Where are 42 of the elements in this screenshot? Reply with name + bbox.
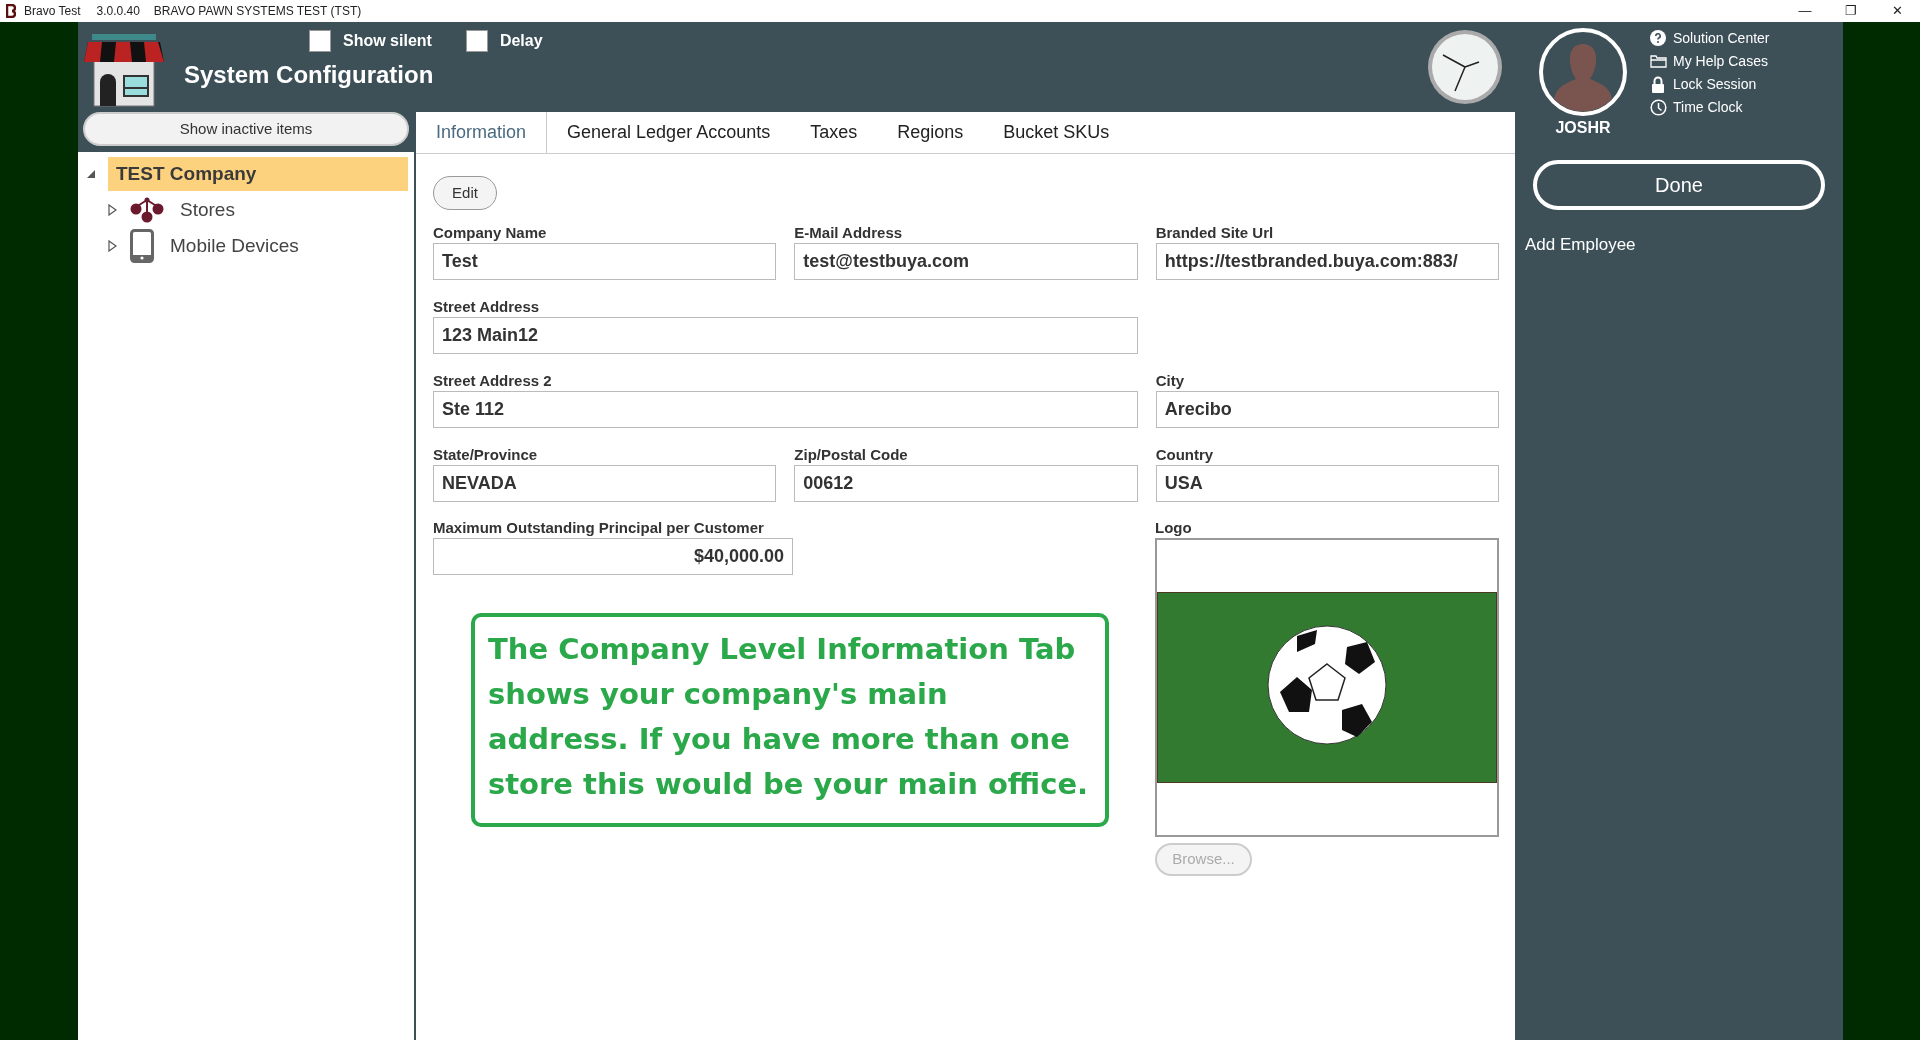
page-title: System Configuration — [184, 60, 435, 90]
text-field[interactable]: $40,000.00 — [433, 538, 793, 575]
text-field[interactable]: USA — [1155, 465, 1499, 502]
tree-item[interactable]: TEST Company — [108, 157, 408, 191]
tree-item[interactable]: Stores — [172, 193, 243, 227]
add-employee-link[interactable]: Add Employee — [1525, 232, 1636, 258]
text-field[interactable]: NEVADA — [433, 465, 777, 502]
field-label: Branded Site Url — [1155, 223, 1275, 243]
version-text: 3.0.0.40 — [96, 3, 140, 20]
field-label: Company Name — [433, 223, 548, 243]
done-button[interactable]: Done — [1533, 160, 1825, 210]
menu-link[interactable]: My Help Cases — [1649, 51, 1770, 71]
field-label: State/Province — [433, 445, 539, 465]
user-name: JOSHR — [1555, 118, 1611, 138]
menu-link[interactable]: Solution Center — [1649, 28, 1770, 48]
text-field[interactable]: Test — [433, 243, 777, 280]
restore-button[interactable]: ❐ — [1828, 0, 1874, 22]
field-label: Street Address — [433, 297, 541, 317]
text-field[interactable]: Ste 112 — [433, 391, 1138, 428]
field-label: Country — [1155, 445, 1215, 465]
window-subtitle: BRAVO PAWN SYSTEMS TEST (TST) — [153, 3, 362, 20]
minimize-button[interactable]: — — [1782, 0, 1828, 22]
text-field[interactable]: https://testbranded.buya.com:883/ — [1155, 243, 1499, 280]
menu-link[interactable]: Time Clock — [1649, 97, 1770, 117]
text-field[interactable]: 123 Main12 — [433, 317, 1138, 354]
window-title: Bravo Test — [24, 3, 81, 20]
edit-button[interactable]: Edit — [433, 176, 497, 210]
text-field[interactable]: test@testbuya.com — [794, 243, 1138, 280]
field-label: E-Mail Address — [794, 223, 904, 243]
field-label: Zip/Postal Code — [794, 445, 909, 465]
close-button[interactable]: ✕ — [1874, 0, 1920, 22]
tree-item[interactable]: Mobile Devices — [162, 229, 307, 263]
checkbox-label: Show silent — [343, 31, 432, 51]
field-label: City — [1155, 371, 1185, 391]
field-label: Maximum Outstanding Principal per Customer — [433, 518, 765, 538]
text-field[interactable]: Arecibo — [1155, 391, 1499, 428]
callout-box: The Company Level Information Tab shows your company's main address. If you have more than one store this would be your main office. — [471, 613, 1109, 827]
checkbox-label: Delay — [499, 31, 543, 51]
field-label: Logo — [1155, 518, 1193, 538]
text-field[interactable]: 00612 — [794, 465, 1138, 502]
field-label: Street Address 2 — [433, 371, 553, 391]
menu-link[interactable]: Lock Session — [1649, 74, 1770, 94]
